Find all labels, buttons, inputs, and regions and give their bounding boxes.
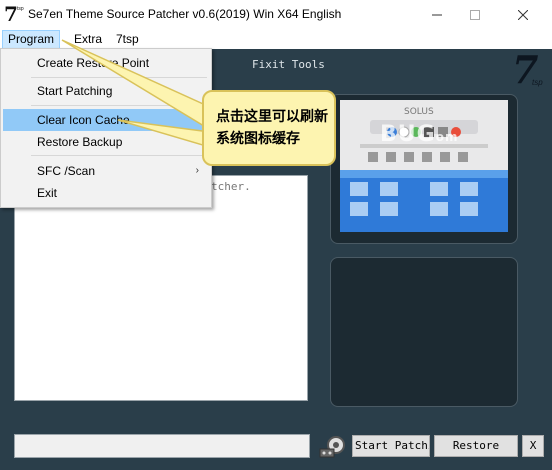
exit-button[interactable]: X (522, 435, 544, 457)
menu-bar: Program Extra 7tsp (0, 30, 552, 49)
menu-item-clear-icon-cache[interactable]: Clear Icon Cache (3, 109, 209, 131)
fixit-tools-label: Fixit Tools (252, 58, 325, 71)
restore-button[interactable]: Restore (434, 435, 518, 457)
app-logo-icon: 7 tsp (4, 2, 24, 26)
submenu-arrow-icon: › (195, 165, 199, 176)
menu-item-sfc-scan-label: SFC /Scan (37, 164, 96, 178)
menu-item-restore-backup[interactable]: Restore Backup (3, 131, 209, 153)
preview-title: SOLUS (404, 107, 434, 117)
theme-preview-image: SOLUS (340, 100, 508, 232)
menu-item-exit[interactable]: Exit (3, 182, 209, 204)
maximize-button[interactable] (452, 0, 498, 30)
menu-extra[interactable]: Extra (69, 30, 107, 49)
menu-item-sfc-scan[interactable]: SFC /Scan › (3, 160, 209, 182)
menu-separator (31, 155, 207, 156)
menu-item-create-restore-point[interactable]: Create Restore Point (3, 52, 209, 74)
menu-separator (31, 105, 207, 106)
patch-icon (318, 433, 348, 459)
close-icon (518, 10, 528, 20)
window-title: Se7en Theme Source Patcher v0.6(2019) Wi… (28, 7, 342, 21)
status-text: tcher. (211, 180, 251, 193)
maximize-icon (470, 10, 480, 20)
callout-box: 点击这里可以刷新系统图标缓存 (202, 90, 336, 166)
status-log: tcher. (14, 175, 308, 401)
title-bar: 7 tsp Se7en Theme Source Patcher v0.6(20… (0, 0, 552, 30)
minimize-icon (432, 14, 442, 16)
menu-separator (31, 77, 207, 78)
close-button[interactable] (500, 0, 546, 30)
app-logo-main: 7 (4, 2, 18, 26)
menu-program[interactable]: Program (2, 30, 61, 49)
app-logo-sub: tsp (17, 6, 24, 12)
callout-text: 点击这里可以刷新系统图标缓存 (216, 109, 328, 147)
start-patching-button[interactable]: Start Patching (352, 435, 430, 457)
secondary-preview-frame (330, 257, 518, 407)
menu-item-start-patching[interactable]: Start Patching (3, 80, 209, 102)
menu-7tsp[interactable]: 7tsp (111, 30, 144, 49)
path-input[interactable] (14, 434, 310, 458)
brand-logo-sub: tsp (532, 78, 543, 87)
watermark: BUGom (380, 122, 459, 147)
program-dropdown-menu: Create Restore Point Start Patching Clea… (0, 48, 212, 208)
